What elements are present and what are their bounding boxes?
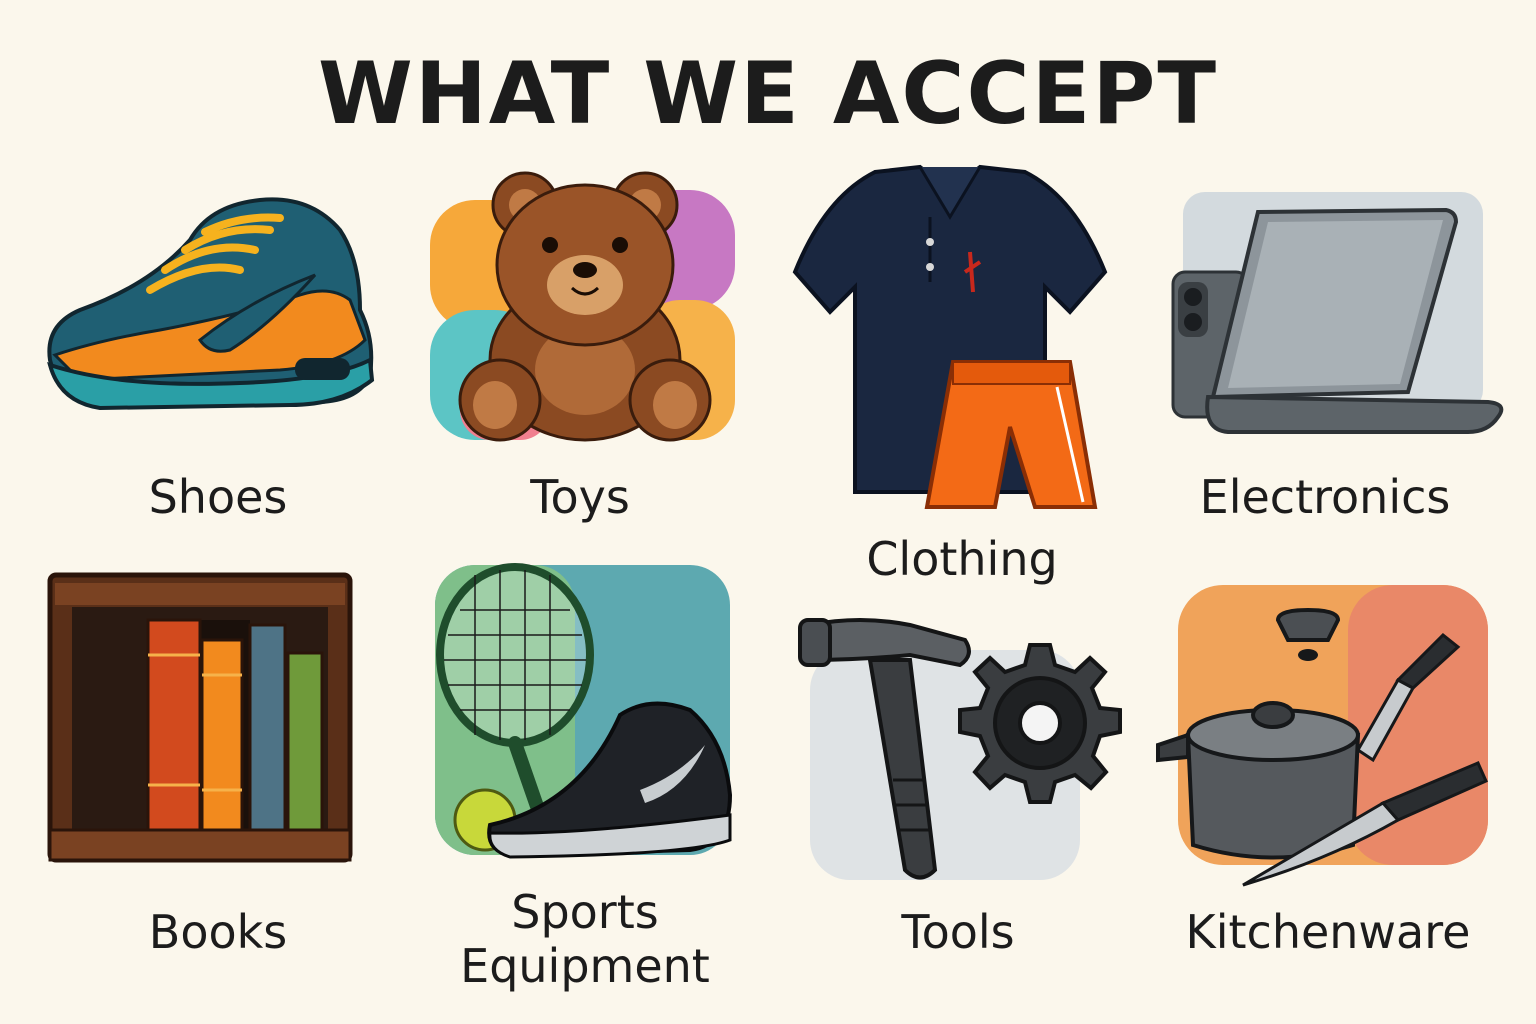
bookshelf-icon xyxy=(47,572,353,863)
laptop-and-phone-icon xyxy=(1171,192,1504,434)
category-label: Toys xyxy=(530,470,630,524)
sneaker-icon xyxy=(47,197,375,411)
category-label: Electronics xyxy=(1199,470,1451,524)
category-label: Books xyxy=(148,905,288,959)
teddy-bear-icon xyxy=(430,171,735,442)
hammer-and-gear-icon xyxy=(798,618,1122,880)
category-label: Shoes xyxy=(148,470,288,524)
category-label: Clothing xyxy=(866,532,1058,586)
polo-shirt-and-shorts-icon xyxy=(792,164,1108,509)
category-label: Sports Equipment xyxy=(460,885,710,993)
tennis-racket-and-shoe-icon xyxy=(435,563,733,859)
category-label: Tools xyxy=(901,905,1015,959)
category-label: Kitchenware xyxy=(1185,905,1471,959)
page-title: WHAT WE ACCEPT xyxy=(317,44,1219,144)
pot-and-knives-icon xyxy=(1156,585,1488,887)
